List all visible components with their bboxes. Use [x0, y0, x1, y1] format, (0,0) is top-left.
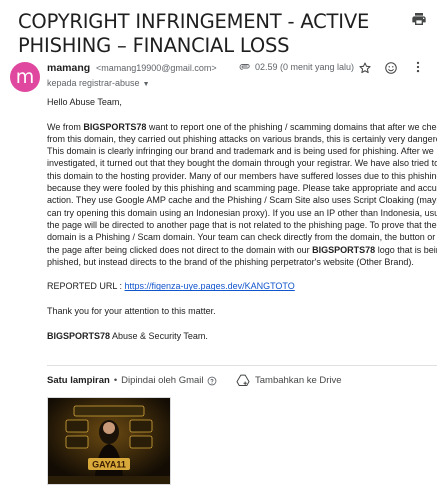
chevron-down-icon[interactable]: ▼ — [143, 81, 150, 88]
attachment-preview-image: GAYA11 — [48, 398, 170, 484]
recipient-label: kepada registrar-abuse — [47, 78, 140, 88]
report-line: investigated, it turned out that they bo… — [47, 157, 437, 169]
star-icon[interactable] — [358, 61, 372, 75]
email-subject: COPYRIGHT INFRINGEMENT - ACTIVE PHISHING… — [18, 10, 370, 57]
report-text: from this domain, they carried out phish… — [47, 133, 437, 144]
add-to-drive-icon — [236, 374, 250, 386]
report-text: This domain is clearly infringing our br… — [47, 146, 434, 157]
report-line: This domain is clearly infringing our br… — [47, 145, 437, 157]
report-line: the page will be directed to another pag… — [47, 219, 437, 231]
report-line: because they were fooled by this phishin… — [47, 182, 437, 194]
signature-text: Abuse & Security Team. — [110, 330, 208, 341]
report-text: because they were fooled by this phishin… — [47, 183, 437, 194]
attachment-thumbnail[interactable]: GAYA11 — [47, 397, 171, 485]
sender-line: mamang <mamang19900@gmail.com> — [47, 62, 217, 74]
email-body: Hello Abuse Team, We from BIGSPORTS78 wa… — [47, 96, 437, 354]
add-to-drive-button[interactable]: Tambahkan ke Drive — [236, 374, 342, 386]
help-icon[interactable] — [207, 376, 217, 386]
report-text: the page will be directed to another pag… — [47, 219, 437, 230]
thanks-line: Thank you for your attention to this mat… — [47, 306, 216, 317]
report-text: domain is a Phishing / Scam domain. Your… — [47, 232, 437, 243]
reported-url-label: REPORTED URL : — [47, 281, 125, 292]
avatar[interactable]: m — [10, 62, 40, 92]
reported-url-line: REPORTED URL : https://figenza-uye.pages… — [47, 280, 437, 292]
signature: BIGSPORTS78 Abuse & Security Team. — [47, 330, 437, 342]
attachment-icon — [239, 64, 250, 70]
report-text: the page after being clicked does not di… — [47, 244, 313, 255]
attachment-count: Satu lampiran — [47, 375, 110, 386]
recipient-line[interactable]: kepada registrar-abuse ▼ — [47, 78, 150, 88]
report-text: this domain to the hosting provider. Man… — [47, 170, 437, 181]
report-line: the page after being clicked does not di… — [47, 244, 437, 256]
report-text: phished, but instead directs to the bran… — [47, 256, 414, 267]
brand-name: BIGSPORTS78 — [83, 121, 147, 132]
timestamp-group: 02.59 (0 menit yang lalu) — [239, 62, 354, 72]
scan-label: Dipindai oleh Gmail — [121, 375, 204, 386]
report-line: can try opening this domain using an Ind… — [47, 207, 437, 219]
thumb-brand-text: GAYA11 — [92, 460, 126, 470]
emoji-icon[interactable] — [384, 61, 398, 75]
report-line: We from BIGSPORTS78 want to report one o… — [47, 121, 437, 133]
more-vert-icon[interactable] — [411, 60, 425, 74]
report-text: investigated, it turned out that they bo… — [47, 158, 437, 169]
add-to-drive-label: Tambahkan ke Drive — [255, 374, 342, 386]
report-line: action. They use Google AMP cache and th… — [47, 194, 437, 206]
brand-name: BIGSPORTS78 — [312, 244, 376, 255]
timestamp: 02.59 (0 menit yang lalu) — [255, 62, 355, 72]
report-text: We from — [47, 121, 84, 132]
report-line: from this domain, they carried out phish… — [47, 133, 437, 145]
sender-email: <mamang19900@gmail.com> — [95, 63, 217, 73]
report-line: domain is a Phishing / Scam domain. Your… — [47, 231, 437, 243]
greeting: Hello Abuse Team, — [47, 97, 122, 107]
report-line: this domain to the hosting provider. Man… — [47, 170, 437, 182]
print-icon[interactable] — [411, 11, 427, 27]
reported-url-link[interactable]: https://figenza-uye.pages.dev/KANGTOTO — [125, 281, 295, 291]
attachment-header: Satu lampiran • Dipindai oleh Gmail — [47, 375, 217, 386]
report-paragraph: We from BIGSPORTS78 want to report one o… — [47, 121, 437, 269]
report-text: action. They use Google AMP cache and th… — [47, 195, 437, 206]
attachment-divider — [47, 365, 437, 366]
report-text: can try opening this domain using an Ind… — [47, 207, 437, 218]
report-text: logo that is being — [377, 244, 437, 255]
report-line: phished, but instead directs to the bran… — [47, 256, 437, 268]
signature-brand: BIGSPORTS78 — [47, 330, 111, 341]
separator-dot: • — [113, 375, 118, 386]
sender-name[interactable]: mamang — [47, 62, 90, 74]
report-text: want to report one of the phishing / sca… — [146, 121, 437, 132]
